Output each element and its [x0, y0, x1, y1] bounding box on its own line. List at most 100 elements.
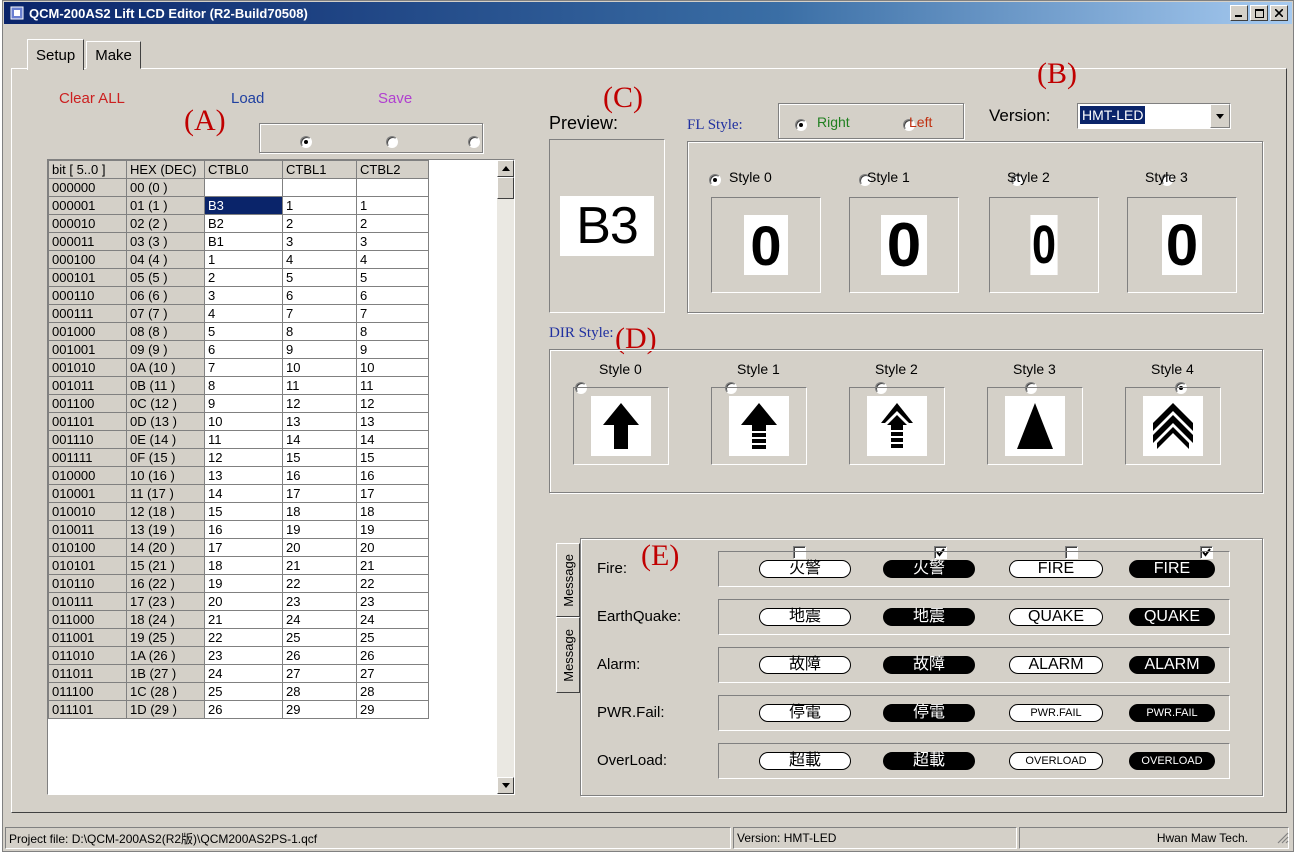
table-cell[interactable]: 22 [356, 574, 429, 593]
dir-style-1-label[interactable]: Style 1 [737, 361, 780, 377]
table-cell[interactable]: 7 [356, 304, 429, 323]
scroll-down-button[interactable] [497, 777, 514, 794]
table-cell[interactable]: 18 [356, 502, 429, 521]
table-cell[interactable]: 12 [282, 394, 357, 413]
table-cell[interactable]: 21 [204, 610, 283, 629]
table-cell[interactable]: 18 [282, 502, 357, 521]
table-cell[interactable]: B3 [204, 196, 283, 215]
column-header[interactable]: CTBL0 [204, 160, 283, 179]
version-select[interactable]: HMT-LED [1077, 103, 1231, 129]
table-cell[interactable]: 29 [282, 700, 357, 719]
fl-style-3-label[interactable]: Style 3 [1145, 169, 1188, 185]
fl-right-label[interactable]: Right [817, 114, 850, 130]
message-variant-3[interactable]: FIRE [1129, 560, 1215, 578]
message-variant-1[interactable]: 故障 [883, 656, 975, 674]
table-cell[interactable]: 3 [282, 232, 357, 251]
fl-style-1-preview[interactable]: 0 [849, 197, 959, 293]
table-cell[interactable]: 11 [204, 430, 283, 449]
message-variant-0[interactable]: 超載 [759, 752, 851, 770]
table-cell[interactable]: 5 [282, 268, 357, 287]
table-cell[interactable]: 6 [356, 286, 429, 305]
message-variant-2[interactable]: QUAKE [1009, 608, 1103, 626]
table-cell[interactable]: 29 [356, 700, 429, 719]
table-cell[interactable]: 22 [204, 628, 283, 647]
table-cell[interactable]: 3 [204, 286, 283, 305]
scroll-up-button[interactable] [497, 160, 514, 177]
table-cell[interactable]: 3 [356, 232, 429, 251]
table-cell[interactable]: 15 [282, 448, 357, 467]
message-variant-3[interactable]: ALARM [1129, 656, 1215, 674]
table-cell[interactable]: 10 [204, 412, 283, 431]
close-button[interactable] [1270, 5, 1288, 21]
table-cell[interactable]: 23 [356, 592, 429, 611]
table-cell[interactable]: 28 [356, 682, 429, 701]
table-cell[interactable]: 20 [282, 538, 357, 557]
fl-style-0-label[interactable]: Style 0 [729, 169, 772, 185]
message-variant-0[interactable]: 地震 [759, 608, 851, 626]
table-cell[interactable]: 17 [282, 484, 357, 503]
message-variant-2[interactable]: OVERLOAD [1009, 752, 1103, 770]
table-cell[interactable]: 5 [356, 268, 429, 287]
fl-right-radio[interactable] [795, 119, 807, 132]
table-cell[interactable]: 11 [356, 376, 429, 395]
table-cell[interactable]: 8 [356, 322, 429, 341]
table-cell[interactable]: 21 [356, 556, 429, 575]
message-variant-1[interactable]: 火警 [883, 560, 975, 578]
dir-style-2-preview[interactable] [849, 387, 945, 465]
fl-left-label[interactable]: Left [909, 114, 932, 130]
table-cell[interactable]: B1 [204, 232, 283, 251]
table-cell[interactable]: 19 [204, 574, 283, 593]
ctbl1-radio[interactable] [385, 136, 398, 149]
dir-style-4-preview[interactable] [1125, 387, 1221, 465]
table-cell[interactable] [204, 178, 283, 197]
table-cell[interactable]: 19 [282, 520, 357, 539]
message-variant-1[interactable]: 停電 [883, 704, 975, 722]
table-cell[interactable]: 13 [356, 412, 429, 431]
column-header[interactable]: CTBL1 [282, 160, 357, 179]
column-header[interactable]: CTBL2 [356, 160, 429, 179]
table-cell[interactable]: 8 [204, 376, 283, 395]
save-button[interactable]: Save [378, 90, 412, 107]
table-cell[interactable]: 12 [356, 394, 429, 413]
table-cell[interactable]: 7 [204, 358, 283, 377]
message-variant-2[interactable]: FIRE [1009, 560, 1103, 578]
table-cell[interactable]: 22 [282, 574, 357, 593]
table-cell[interactable] [356, 178, 429, 197]
table-cell[interactable]: 15 [204, 502, 283, 521]
fl-style-0-preview[interactable]: 0 [711, 197, 821, 293]
table-cell[interactable]: 6 [204, 340, 283, 359]
minimize-button[interactable] [1230, 5, 1248, 21]
message-variant-2[interactable]: PWR.FAIL [1009, 704, 1103, 722]
table-cell[interactable]: 2 [282, 214, 357, 233]
message-variant-2[interactable]: ALARM [1009, 656, 1103, 674]
table-cell[interactable]: 13 [282, 412, 357, 431]
table-cell[interactable]: 4 [204, 304, 283, 323]
table-cell[interactable]: 23 [282, 592, 357, 611]
tab-make[interactable]: Make [86, 41, 141, 69]
table-cell[interactable]: 6 [282, 286, 357, 305]
message-tab-2[interactable]: Message [556, 617, 580, 693]
table-cell[interactable]: 14 [356, 430, 429, 449]
table-cell[interactable]: 20 [356, 538, 429, 557]
dir-style-0-preview[interactable] [573, 387, 669, 465]
table-cell[interactable]: 5 [204, 322, 283, 341]
table-cell[interactable]: 4 [356, 250, 429, 269]
table-cell[interactable]: 10 [356, 358, 429, 377]
message-variant-0[interactable]: 故障 [759, 656, 851, 674]
table-cell[interactable]: 28 [282, 682, 357, 701]
table-scrollbar[interactable] [497, 160, 514, 794]
dir-style-1-preview[interactable] [711, 387, 807, 465]
resize-grip[interactable] [1277, 831, 1289, 847]
table-cell[interactable]: 20 [204, 592, 283, 611]
ctbl2-radio[interactable] [467, 136, 480, 149]
table-cell[interactable]: 2 [204, 268, 283, 287]
table-cell[interactable]: 25 [204, 682, 283, 701]
table-cell[interactable]: 18 [204, 556, 283, 575]
table-cell[interactable]: 16 [204, 520, 283, 539]
table-cell[interactable]: 11 [282, 376, 357, 395]
table-cell[interactable]: 16 [282, 466, 357, 485]
table-cell[interactable]: 24 [282, 610, 357, 629]
table-cell[interactable]: 24 [356, 610, 429, 629]
dir-style-3-preview[interactable] [987, 387, 1083, 465]
dir-style-2-label[interactable]: Style 2 [875, 361, 918, 377]
